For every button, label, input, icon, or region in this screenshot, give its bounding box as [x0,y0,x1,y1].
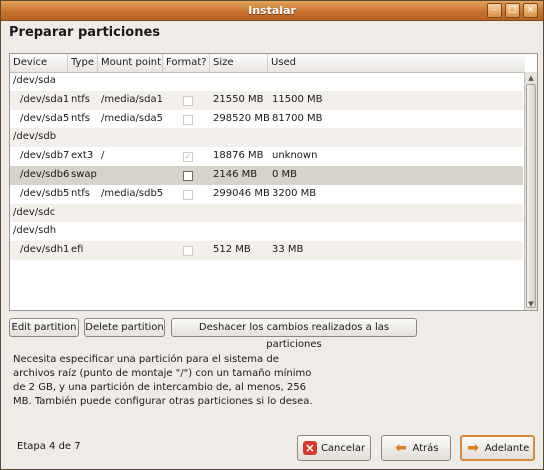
format-checkbox[interactable] [183,170,193,181]
window-title: Instalar [248,4,296,17]
device-cell: /dev/sda1 [20,93,70,105]
maximize-icon[interactable]: □ [505,3,520,18]
cancel-icon: × [302,441,317,455]
used-cell: 0 MB [272,168,298,180]
type-cell: efi [71,244,84,256]
mount-point-cell: /media/sdb5 [101,187,164,199]
size-cell: 2146 MB [213,168,258,180]
size-cell: 21550 MB [213,93,264,105]
size-cell: 18876 MB [213,150,264,162]
edit-partition-button[interactable]: Edit partition [9,318,79,337]
scroll-up-icon[interactable]: ▲ [526,73,536,83]
column-mount-point[interactable]: Mount point [98,54,163,72]
back-label: Atrás [412,442,439,454]
format-checkbox[interactable] [183,95,193,106]
cancel-button[interactable]: × Cancelar [297,435,371,461]
device-cell: /dev/sdh [13,225,57,237]
partition-rows: /dev/sda/dev/sda1 ntfs/media/sda1 21550 MB… [10,72,523,260]
column-size[interactable]: Size [210,54,268,72]
used-cell: 11500 MB [272,93,323,105]
partition-table: Device Type Mount point Format? Size Use… [9,53,538,311]
page-title: Preparar particiones [9,25,161,40]
table-row[interactable]: /dev/sda5 ntfs/media/sda5 298520 MB 81700 M… [10,110,523,129]
table-row[interactable]: /dev/sdb7 ext3 / 18876 MB unknown ✓ [10,147,523,166]
device-cell: /dev/sdb6 [20,168,70,180]
instructions-text: Necesita especificar una partición para … [13,354,313,407]
type-cell: ntfs [71,112,90,124]
title-bar[interactable]: Instalar – □ × [1,1,543,21]
size-cell: 512 MB [213,244,251,256]
table-row[interactable]: /dev/sdb5 ntfs/media/sdb5 299046 MB 3200 MB [10,185,523,204]
table-row[interactable]: /dev/sdb [10,128,523,148]
device-cell: /dev/sdb [13,131,57,143]
back-arrow-icon: ⬅ [395,439,407,456]
device-cell: /dev/sdh1 [20,244,70,256]
device-cell: /dev/sda [13,75,56,86]
minimize-icon[interactable]: – [487,3,502,18]
back-button[interactable]: ⬅ Atrás [381,435,451,461]
format-checkbox[interactable] [183,114,193,125]
format-checkbox[interactable] [183,246,193,257]
device-cell: /dev/sda5 [20,112,70,124]
table-row[interactable]: /dev/sdh1 efi 512 MB 33 MB [10,241,523,260]
table-row[interactable]: /dev/sda1 ntfs/media/sda1 21550 MB 11500 MB [10,90,523,110]
delete-partition-button[interactable]: Delete partition [84,318,165,337]
column-device[interactable]: Device [10,54,68,72]
mount-point-cell: /media/sda5 [101,112,163,124]
scroll-thumb[interactable] [526,84,536,308]
used-cell: unknown [272,150,318,162]
table-row[interactable]: /dev/sda [10,72,523,91]
mount-point-cell: /media/sda1 [101,93,163,105]
table-row[interactable]: /dev/sdb6 swap 2146 MB 0 MB [10,165,523,185]
step-indicator: Etapa 4 de 7 [17,441,81,452]
table-row[interactable]: /dev/sdc [10,203,523,223]
type-cell: ntfs [71,93,90,105]
forward-button[interactable]: ➡ Adelante [460,435,535,461]
used-cell: 81700 MB [272,112,323,124]
close-icon[interactable]: × [523,3,538,18]
installer-window: Instalar – □ × Preparar particiones Devi… [0,0,544,470]
undo-changes-button[interactable]: Deshacer los cambios realizados a las pa… [171,318,417,350]
format-checkbox[interactable] [183,189,193,200]
format-checkbox[interactable]: ✓ [183,152,193,163]
device-cell: /dev/sdb7 [20,150,70,162]
table-scrollbar[interactable]: ▲ ▼ [524,72,537,310]
cancel-label: Cancelar [320,442,366,454]
device-cell: /dev/sdb5 [20,187,70,199]
forward-arrow-icon: ➡ [467,439,480,456]
column-used[interactable]: Used [268,54,525,72]
type-cell: swap [71,168,97,180]
type-cell: ext3 [71,150,94,162]
mount-point-cell: / [101,150,105,162]
size-cell: 299046 MB [213,187,270,199]
device-cell: /dev/sdc [13,206,56,218]
table-row[interactable]: /dev/sdh [10,222,523,241]
size-cell: 298520 MB [213,112,270,124]
forward-label: Adelante [484,442,530,454]
scroll-down-icon[interactable]: ▼ [526,299,536,309]
used-cell: 33 MB [272,244,304,256]
type-cell: ntfs [71,187,90,199]
column-format[interactable]: Format? [163,54,210,72]
column-type[interactable]: Type [68,54,98,72]
window-controls: – □ × [487,3,538,18]
table-header: Device Type Mount point Format? Size Use… [10,54,525,73]
used-cell: 3200 MB [272,187,317,199]
